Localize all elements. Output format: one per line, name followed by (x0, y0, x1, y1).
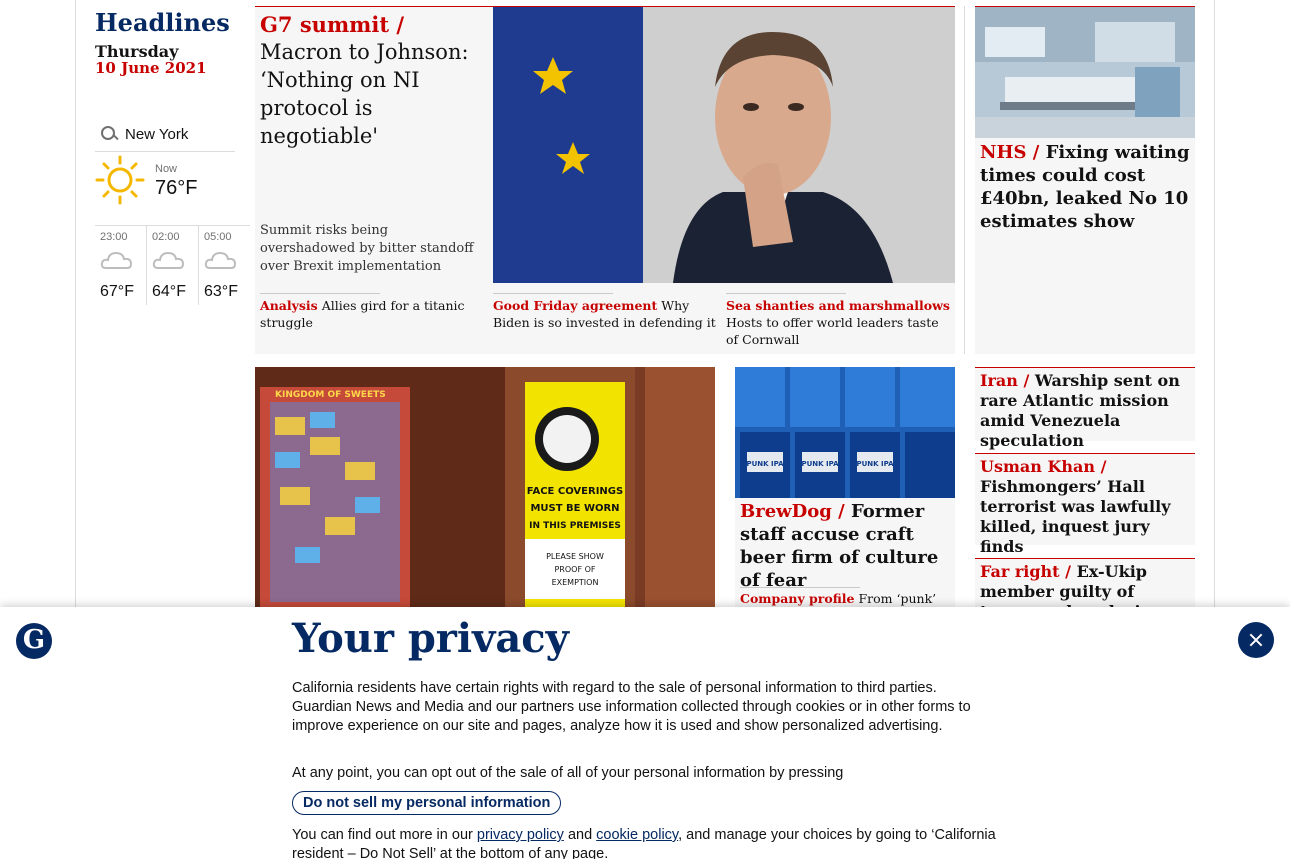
related-link[interactable]: Good Friday agreement Why Biden is so in… (493, 293, 718, 331)
weather-location[interactable]: New York (125, 126, 188, 143)
guardian-logo: G (16, 623, 52, 659)
top-story-kicker: G7 summit / (260, 12, 405, 37)
mini-story[interactable]: Iran / Warship sent on rare Atlantic mis… (975, 367, 1195, 450)
weather-location-field[interactable]: New York (95, 118, 235, 152)
cloud-moon-icon (204, 251, 237, 269)
forecast-time: 02:00 (152, 231, 180, 243)
divider (726, 293, 846, 294)
related-text: Hosts to offer world leaders taste of Co… (726, 315, 939, 347)
shop-name: KINGDOM OF SWEETS (275, 390, 386, 400)
mini-kicker: Far right / (980, 562, 1071, 581)
section-title[interactable]: Headlines (95, 8, 230, 37)
top-story-headline-text: Macron to Johnson: ‘Nothing on NI protoc… (260, 40, 469, 148)
privacy-paragraph: You can find out more in our privacy pol… (292, 826, 997, 859)
nhs-story-headline[interactable]: NHS / Fixing waiting times could cost £4… (980, 141, 1190, 233)
mini-story[interactable]: Usman Khan / Fishmongers’ Hall terrorist… (975, 453, 1195, 556)
date-full: 10 June 2021 (95, 59, 207, 77)
top-story-card[interactable]: G7 summit / Macron to Johnson: ‘Nothing … (255, 6, 955, 354)
forecast-item: 23:00 67°F (95, 225, 147, 305)
face-coverings-photo[interactable]: KINGDOM OF SWEETS FACE COVERINGS MUST BE… (255, 367, 715, 617)
related-link[interactable]: Company profile From ‘punk’ (740, 587, 950, 607)
cloud-moon-icon (100, 251, 133, 269)
top-story-headline[interactable]: G7 summit / Macron to Johnson: ‘Nothing … (260, 11, 485, 150)
mini-headline: Fishmongers’ Hall terrorist was lawfully… (980, 477, 1171, 556)
top-story-standfirst: Summit risks being overshadowed by bitte… (260, 223, 474, 274)
forecast-temp: 63°F (204, 283, 238, 300)
related-kicker: Analysis (260, 298, 318, 313)
cloud-moon-icon (152, 251, 185, 269)
privacy-paragraph: California residents have certain rights… (292, 680, 971, 734)
weather-now-label: Now (155, 163, 178, 175)
divider (493, 293, 613, 294)
related-kicker: Company profile (740, 591, 855, 606)
nhs-story-card[interactable]: NHS / Fixing waiting times could cost £4… (975, 6, 1195, 354)
divider (260, 293, 380, 294)
hospital-ward-photo[interactable] (975, 7, 1195, 138)
forecast-time: 23:00 (100, 231, 128, 243)
guardian-logo-letter: G (22, 625, 46, 655)
nhs-kicker: NHS / (980, 142, 1040, 163)
privacy-banner: G Your privacy California residents have… (0, 607, 1290, 859)
forecast-item: 02:00 64°F (146, 225, 198, 305)
forecast-temp: 67°F (100, 283, 134, 300)
forecast-item: 05:00 63°F (198, 225, 250, 305)
do-not-sell-button[interactable]: Do not sell my personal information (292, 791, 562, 815)
related-kicker: Good Friday agreement (493, 298, 658, 313)
cookie-policy-link[interactable]: cookie policy (596, 827, 678, 843)
related-kicker: Sea shanties and marshmallows (726, 298, 950, 313)
privacy-title: Your privacy (292, 615, 569, 662)
divider (740, 587, 860, 588)
can-label: PUNK IPA (856, 460, 894, 468)
forecast-time: 05:00 (204, 231, 232, 243)
brewdog-kicker: BrewDog / (740, 501, 845, 522)
sign-line-5: PROOF OF (554, 565, 595, 574)
related-link[interactable]: Sea shanties and marshmallows Hosts to o… (726, 293, 954, 348)
privacy-policy-link[interactable]: privacy policy (477, 827, 564, 843)
forecast-temp: 64°F (152, 283, 186, 300)
related-link[interactable]: Analysis Allies gird for a titanic strug… (260, 293, 485, 331)
weather-now: Now 76°F (95, 155, 235, 225)
sign-line-3: IN THIS PREMISES (529, 521, 621, 531)
related-text: From ‘punk’ (858, 591, 937, 606)
sign-line-2: MUST BE WORN (530, 503, 619, 514)
mini-kicker: Iran / (980, 371, 1030, 390)
search-icon (101, 125, 119, 144)
brewdog-headline[interactable]: BrewDog / Former staff accuse craft beer… (740, 500, 950, 592)
sign-line-6: EXEMPTION (552, 578, 599, 587)
privacy-text: You can find out more in our (292, 827, 473, 843)
beer-cans-photo[interactable]: PUNK IPA PUNK IPA PUNK IPA (735, 367, 955, 498)
weather-now-temp: 76°F (155, 177, 198, 199)
sign-line-1: FACE COVERINGS (527, 486, 623, 497)
sign-line-4: PLEASE SHOW (546, 552, 604, 561)
column-divider (964, 6, 965, 354)
macron-photo[interactable] (493, 7, 955, 283)
mini-kicker: Usman Khan / (980, 457, 1107, 476)
can-label: PUNK IPA (801, 460, 839, 468)
can-label: PUNK IPA (746, 460, 784, 468)
privacy-paragraph: At any point, you can opt out of the sal… (292, 765, 844, 781)
brewdog-story-card[interactable]: PUNK IPA PUNK IPA PUNK IPA BrewDog / For… (735, 367, 955, 627)
close-icon[interactable] (1238, 622, 1274, 658)
privacy-text: and (567, 827, 593, 843)
sun-icon (95, 155, 145, 205)
